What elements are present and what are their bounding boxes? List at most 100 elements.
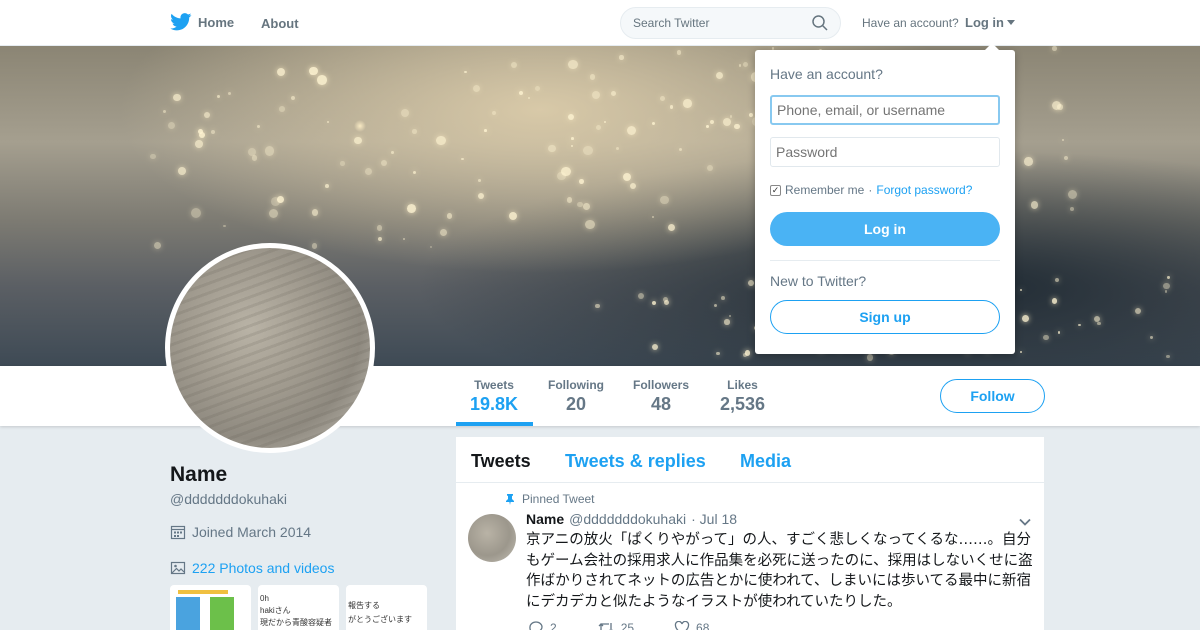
reply-count: 2 bbox=[550, 621, 557, 630]
login-link-label: Log in bbox=[965, 15, 1004, 30]
forgot-password-link[interactable]: Forgot password? bbox=[876, 183, 972, 197]
bokeh-light bbox=[1164, 290, 1168, 293]
stat-tweets[interactable]: Tweets 19.8K bbox=[470, 378, 518, 415]
profile-avatar[interactable] bbox=[165, 243, 375, 453]
bokeh-light bbox=[1030, 200, 1039, 209]
bokeh-light bbox=[478, 192, 485, 200]
bokeh-light bbox=[227, 91, 231, 96]
tab-tweets[interactable]: Tweets bbox=[471, 451, 531, 472]
bokeh-light bbox=[412, 171, 416, 175]
follow-button[interactable]: Follow bbox=[940, 379, 1045, 413]
image-icon bbox=[170, 561, 186, 575]
bokeh-light bbox=[1063, 155, 1069, 161]
profile-name[interactable]: Name bbox=[170, 463, 227, 487]
bokeh-light bbox=[168, 121, 176, 129]
bokeh-light bbox=[585, 220, 595, 230]
bokeh-light bbox=[464, 70, 467, 74]
bokeh-light bbox=[619, 55, 624, 60]
bokeh-light bbox=[291, 96, 296, 101]
top-navigation-bar: Home About Search Twitter Have an accoun… bbox=[0, 0, 1200, 46]
bokeh-light bbox=[722, 118, 731, 127]
password-input[interactable] bbox=[770, 137, 1000, 167]
caret-down-icon bbox=[1007, 20, 1015, 25]
remember-me-label[interactable]: Remember me bbox=[785, 183, 864, 197]
bokeh-light bbox=[615, 146, 619, 150]
profile-handle[interactable]: @dddddddokuhaki bbox=[170, 491, 287, 507]
login-dropdown-title: Have an account? bbox=[770, 66, 883, 82]
bokeh-light bbox=[162, 110, 166, 114]
heart-icon bbox=[674, 621, 690, 630]
pinned-text: Pinned Tweet bbox=[522, 492, 595, 506]
bokeh-light bbox=[446, 213, 453, 219]
bokeh-light bbox=[1057, 331, 1061, 334]
bokeh-light bbox=[1078, 324, 1081, 327]
username-input[interactable] bbox=[770, 95, 1000, 125]
nav-about-link[interactable]: About bbox=[261, 16, 299, 31]
login-submit-button[interactable]: Log in bbox=[770, 212, 1000, 246]
bokeh-light bbox=[1021, 315, 1029, 323]
bokeh-light bbox=[622, 172, 632, 181]
like-count: 68 bbox=[696, 621, 710, 630]
tab-tweets-replies[interactable]: Tweets & replies bbox=[565, 451, 706, 472]
bokeh-light bbox=[1051, 298, 1057, 304]
bokeh-light bbox=[728, 314, 732, 317]
thumbnail-graphic bbox=[210, 597, 234, 630]
bokeh-light bbox=[403, 238, 406, 241]
like-button[interactable]: 68 bbox=[674, 621, 709, 630]
bokeh-light bbox=[662, 296, 668, 303]
tweet-author-name[interactable]: Name bbox=[526, 511, 564, 527]
bokeh-light bbox=[527, 97, 530, 100]
bokeh-light bbox=[1163, 282, 1170, 289]
bokeh-light bbox=[578, 178, 584, 184]
bokeh-light bbox=[257, 125, 260, 128]
bokeh-light bbox=[715, 71, 724, 80]
bokeh-light bbox=[492, 111, 497, 116]
retweet-button[interactable]: 25 bbox=[597, 621, 634, 630]
bokeh-light bbox=[461, 157, 465, 161]
tweet-date[interactable]: · Jul 18 bbox=[691, 511, 737, 527]
new-to-twitter-text: New to Twitter? bbox=[770, 273, 867, 289]
search-box[interactable]: Search Twitter bbox=[620, 7, 841, 39]
login-dropdown-toggle[interactable]: Log in bbox=[965, 15, 1015, 30]
search-input[interactable]: Search Twitter bbox=[633, 16, 812, 30]
chevron-down-icon[interactable] bbox=[1018, 515, 1032, 529]
stat-likes[interactable]: Likes 2,536 bbox=[720, 378, 765, 415]
remember-me-checkbox[interactable]: ✓ bbox=[770, 184, 781, 196]
tab-media[interactable]: Media bbox=[740, 451, 791, 472]
bokeh-light bbox=[583, 145, 593, 155]
bokeh-light bbox=[324, 184, 329, 189]
bokeh-light bbox=[279, 106, 285, 112]
bokeh-light bbox=[591, 91, 600, 100]
media-thumbnail[interactable]: 0h hakiさん 現だから青酸容疑者の bbox=[258, 585, 339, 630]
media-thumbnail[interactable] bbox=[170, 585, 251, 630]
bokeh-light bbox=[251, 155, 258, 161]
bokeh-light bbox=[400, 108, 409, 117]
tweet-author-handle[interactable]: @dddddddokuhaki bbox=[569, 511, 686, 527]
signup-button[interactable]: Sign up bbox=[770, 300, 1000, 334]
bokeh-light bbox=[1052, 46, 1057, 51]
reply-button[interactable]: 2 bbox=[528, 621, 557, 630]
nav-home-label: Home bbox=[198, 14, 235, 30]
bokeh-light bbox=[365, 167, 373, 175]
bokeh-light bbox=[440, 229, 447, 237]
media-thumbnail[interactable]: 報告する がとうございます bbox=[346, 585, 427, 630]
tweet-author-avatar[interactable] bbox=[468, 514, 516, 562]
bokeh-light bbox=[248, 147, 257, 156]
separator-dot: · bbox=[868, 183, 873, 197]
bokeh-light bbox=[707, 164, 714, 171]
nav-home-link[interactable]: Home bbox=[170, 13, 234, 31]
twitter-bird-icon bbox=[170, 13, 192, 31]
bokeh-light bbox=[191, 207, 201, 218]
bokeh-light bbox=[277, 196, 285, 203]
photos-videos-link[interactable]: 222 Photos and videos bbox=[170, 560, 334, 576]
bokeh-light bbox=[472, 84, 481, 93]
bokeh-light bbox=[1051, 100, 1061, 110]
bokeh-light bbox=[534, 86, 540, 92]
bokeh-light bbox=[651, 343, 658, 350]
stat-following[interactable]: Following 20 bbox=[548, 378, 604, 415]
search-icon[interactable] bbox=[812, 15, 828, 31]
bokeh-light bbox=[567, 113, 574, 121]
bokeh-light bbox=[651, 300, 657, 305]
bokeh-light bbox=[570, 144, 574, 148]
stat-followers[interactable]: Followers 48 bbox=[633, 378, 689, 415]
